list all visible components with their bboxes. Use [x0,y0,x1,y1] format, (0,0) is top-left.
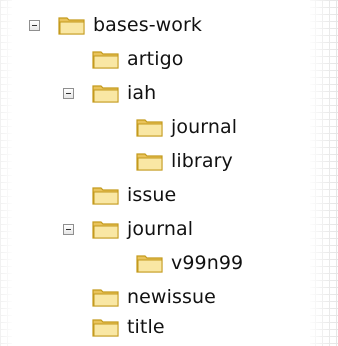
tree-node-label: title [127,316,165,338]
tree-view-screenshot: bases-work artigo iah journal library is… [0,0,338,346]
tree-node-issue[interactable]: issue [12,178,272,212]
tree-node-artigo[interactable]: artigo [12,42,272,76]
folder-icon [136,255,163,273]
tree-node-newissue[interactable]: newissue [12,280,272,314]
tree-node-label: v99n99 [171,252,244,274]
folder-open-icon [58,17,85,35]
tree-node-label: artigo [127,48,184,70]
folder-tree: bases-work artigo iah journal library is… [12,0,310,346]
folder-icon [92,51,119,69]
folder-icon [92,289,119,307]
folder-icon [92,187,119,205]
tree-node-label: journal [127,218,194,240]
tree-node-iah-journal[interactable]: journal [12,110,272,144]
tree-node-journal[interactable]: journal [12,212,272,246]
tree-node-label: issue [127,184,177,206]
collapse-toggle-icon[interactable] [63,88,74,99]
collapse-toggle-icon[interactable] [29,20,40,31]
tree-node-iah[interactable]: iah [12,76,272,110]
folder-icon [92,319,119,337]
tree-node-label: newissue [127,286,216,308]
folder-open-icon [92,221,119,239]
folder-open-icon [92,85,119,103]
tree-node-label: iah [127,82,157,104]
tree-node-title[interactable]: title [12,310,272,344]
tree-node-library[interactable]: library [12,144,272,178]
tree-node-label: bases-work [93,14,203,36]
folder-icon [136,153,163,171]
tree-node-v99n99[interactable]: v99n99 [12,246,272,280]
tree-node-label: library [171,150,233,172]
folder-icon [136,119,163,137]
tree-node-bases-work[interactable]: bases-work [12,8,272,42]
collapse-toggle-icon[interactable] [63,224,74,235]
tree-node-label: journal [171,116,238,138]
